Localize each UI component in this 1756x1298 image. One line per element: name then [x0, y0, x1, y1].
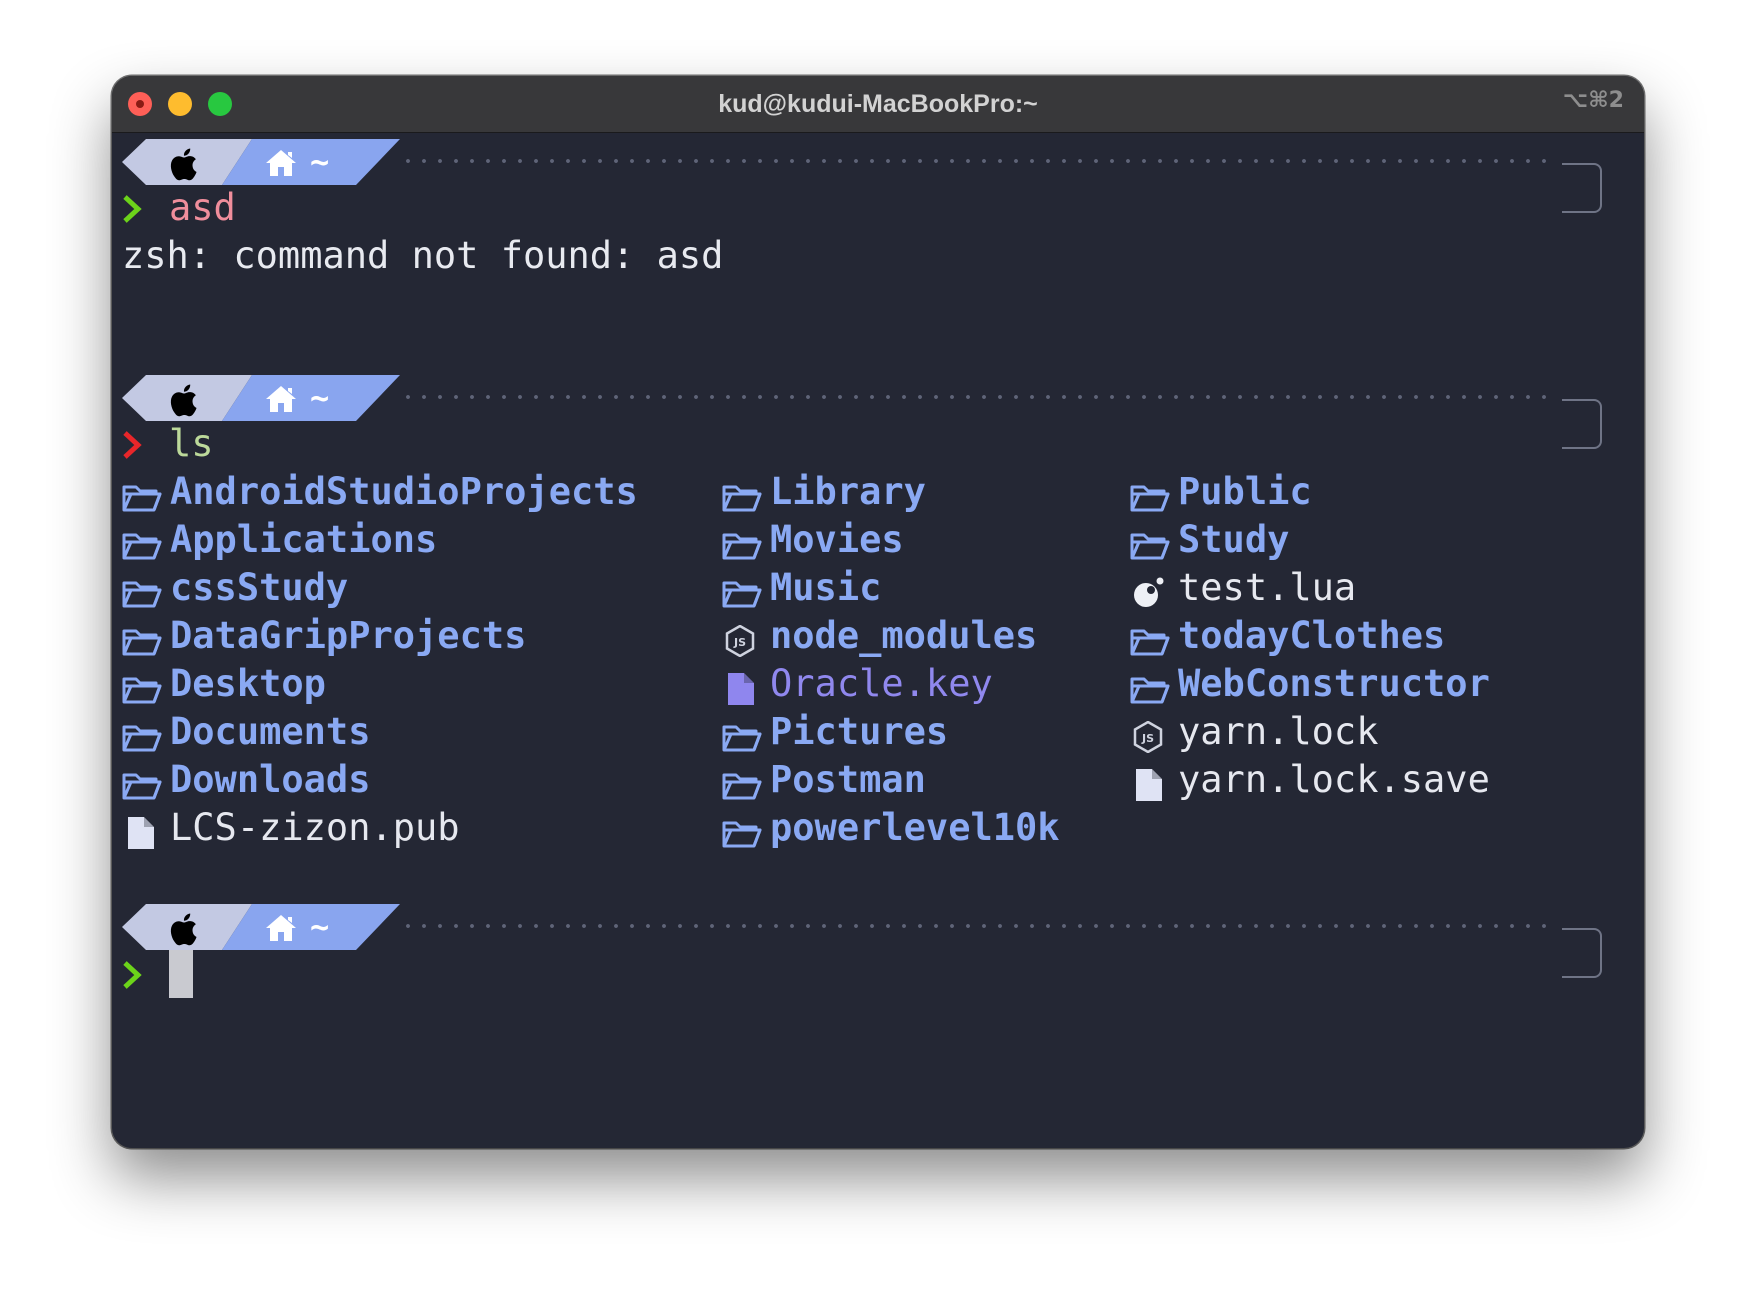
- prompt-dir-label: ~: [310, 908, 330, 946]
- prompt-filler-dots: [400, 395, 1556, 399]
- list-item-name: DataGripProjects: [170, 614, 527, 657]
- home-icon: [266, 915, 296, 941]
- folder-icon: [122, 573, 162, 608]
- lua-icon: [1130, 573, 1170, 607]
- list-item-name: Movies: [770, 518, 904, 561]
- prompt-dir-label: ~: [310, 143, 330, 181]
- file-icon: [722, 669, 762, 705]
- home-icon: [266, 150, 296, 176]
- text-cursor[interactable]: [169, 950, 193, 998]
- prompt-filler-dots: [400, 159, 1556, 163]
- folder-icon: [1130, 621, 1170, 656]
- file-icon: [122, 813, 162, 849]
- prompt-dir-label: ~: [310, 379, 330, 417]
- prompt-bar: ~: [112, 139, 1644, 213]
- list-item-name: AndroidStudioProjects: [170, 470, 638, 513]
- nodejs-icon: JS: [722, 621, 762, 658]
- folder-icon: [122, 477, 162, 512]
- command-text: ls: [169, 422, 214, 465]
- folder-icon: [722, 813, 762, 848]
- terminal-window: kud@kudui-MacBookPro:~ ⌥⌘2 ~ asd zsh: co…: [112, 76, 1644, 1148]
- prompt-filler-dots: [400, 924, 1556, 928]
- folder-icon: [722, 525, 762, 560]
- folder-icon: [122, 765, 162, 800]
- folder-icon: [122, 669, 162, 704]
- prompt-bar: ~: [112, 375, 1644, 449]
- list-item-name: Applications: [170, 518, 438, 561]
- list-item-name: yarn.lock.save: [1178, 758, 1490, 801]
- nodejs-icon: JS: [1130, 717, 1170, 754]
- list-item-name: Desktop: [170, 662, 326, 705]
- svg-text:JS: JS: [1141, 732, 1154, 745]
- list-item-name: Downloads: [170, 758, 371, 801]
- prompt-chevron-ok-icon: [123, 195, 142, 223]
- apple-icon: [170, 913, 197, 946]
- folder-icon: [722, 717, 762, 752]
- apple-icon: [170, 384, 197, 417]
- right-prompt-bracket: [1562, 399, 1602, 449]
- window-title: kud@kudui-MacBookPro:~: [718, 90, 1038, 118]
- list-item-name: Library: [770, 470, 926, 513]
- list-item-name: Oracle.key: [770, 662, 993, 705]
- list-item-name: Music: [770, 566, 882, 609]
- list-item-name: LCS-zizon.pub: [170, 806, 460, 849]
- list-item-name: todayClothes: [1178, 614, 1446, 657]
- list-item-name: yarn.lock: [1178, 710, 1379, 753]
- folder-icon: [122, 525, 162, 560]
- list-item-name: Postman: [770, 758, 926, 801]
- folder-icon: [722, 477, 762, 512]
- list-item-name: node_modules: [770, 614, 1038, 657]
- home-icon: [266, 386, 296, 412]
- right-prompt-bracket: [1562, 928, 1602, 978]
- folder-icon: [1130, 525, 1170, 560]
- list-item-name: Pictures: [770, 710, 949, 753]
- folder-icon: [1130, 669, 1170, 704]
- prompt-chevron-ok-icon: [123, 961, 142, 989]
- folder-icon: [1130, 477, 1170, 512]
- prompt-chevron-error-icon: [123, 431, 142, 459]
- prompt-bar: ~: [112, 904, 1644, 978]
- command-output: zsh: command not found: asd: [122, 234, 724, 277]
- window-shortcut: ⌥⌘2: [1562, 88, 1624, 113]
- list-item-name: Documents: [170, 710, 371, 753]
- title-bar: kud@kudui-MacBookPro:~ ⌥⌘2: [112, 76, 1644, 133]
- folder-icon: [722, 573, 762, 608]
- list-item-name: WebConstructor: [1178, 662, 1490, 705]
- list-item-name: Public: [1178, 470, 1312, 513]
- folder-icon: [122, 621, 162, 656]
- apple-icon: [170, 148, 197, 181]
- folder-icon: [722, 765, 762, 800]
- folder-icon: [122, 717, 162, 752]
- command-text: asd: [169, 186, 236, 229]
- list-item-name: powerlevel10k: [770, 806, 1060, 849]
- terminal-content[interactable]: ~ asd zsh: command not found: asd ~ ls A…: [112, 134, 1644, 1148]
- file-icon: [1130, 765, 1170, 801]
- list-item-name: cssStudy: [170, 566, 349, 609]
- list-item-name: test.lua: [1178, 566, 1357, 609]
- svg-text:JS: JS: [733, 636, 746, 649]
- list-item-name: Study: [1178, 518, 1290, 561]
- right-prompt-bracket: [1562, 163, 1602, 213]
